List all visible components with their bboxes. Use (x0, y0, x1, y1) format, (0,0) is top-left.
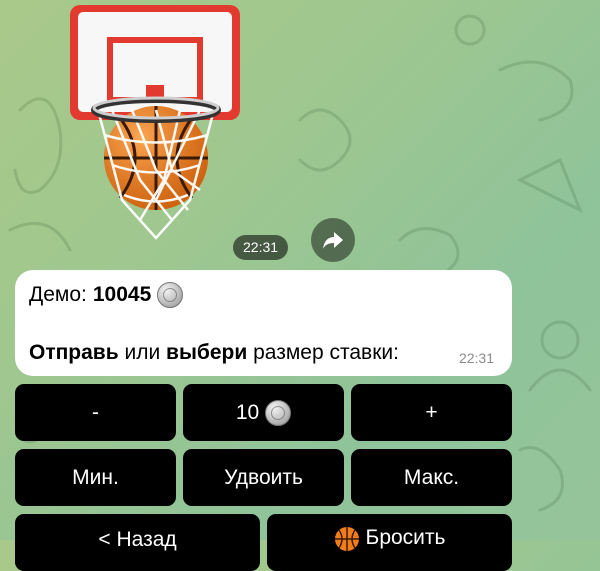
coin-icon (265, 399, 292, 426)
increase-bet-label: + (425, 400, 438, 424)
bet-amount-button[interactable]: 10 (183, 384, 344, 441)
prompt-mid: или (118, 341, 167, 364)
prompt-bold-choose: выбери (166, 341, 248, 364)
bet-prompt: Отправь или выбери размер ставки: (29, 341, 399, 365)
increase-bet-button[interactable]: + (351, 384, 512, 441)
double-bet-button[interactable]: Удвоить (183, 449, 344, 506)
basketball-icon (334, 527, 359, 551)
prompt-bold-send: Отправь (29, 341, 119, 364)
bot-message-bubble: Демо: 10045 Отправь или выбери размер ст… (15, 270, 512, 376)
demo-balance-line: Демо: 10045 (29, 282, 498, 308)
demo-amount: 10045 (92, 283, 152, 306)
bet-amount-label: 10 (235, 400, 260, 424)
back-label: < Назад (98, 528, 177, 551)
throw-label: Бросить (365, 526, 446, 549)
double-bet-label: Удвоить (224, 465, 303, 489)
demo-label: Демо: (29, 283, 87, 306)
sticker-timestamp: 22:31 (233, 235, 289, 260)
min-bet-label: Мин. (72, 465, 119, 489)
throw-button[interactable]: Бросить (267, 514, 512, 571)
message-timestamp: 22:31 (458, 350, 494, 366)
share-button[interactable] (311, 218, 355, 262)
back-button[interactable]: < Назад (15, 514, 260, 571)
max-bet-label: Макс. (403, 465, 460, 489)
max-bet-button[interactable]: Макс. (351, 449, 512, 506)
basketball-hoop-sticker (70, 5, 240, 240)
coin-icon (157, 282, 184, 308)
decrease-bet-button[interactable]: - (15, 384, 176, 441)
decrease-bet-label: - (92, 400, 99, 424)
min-bet-button[interactable]: Мин. (15, 449, 176, 506)
share-arrow-icon (323, 232, 343, 249)
prompt-rest: размер ставки: (247, 341, 399, 364)
